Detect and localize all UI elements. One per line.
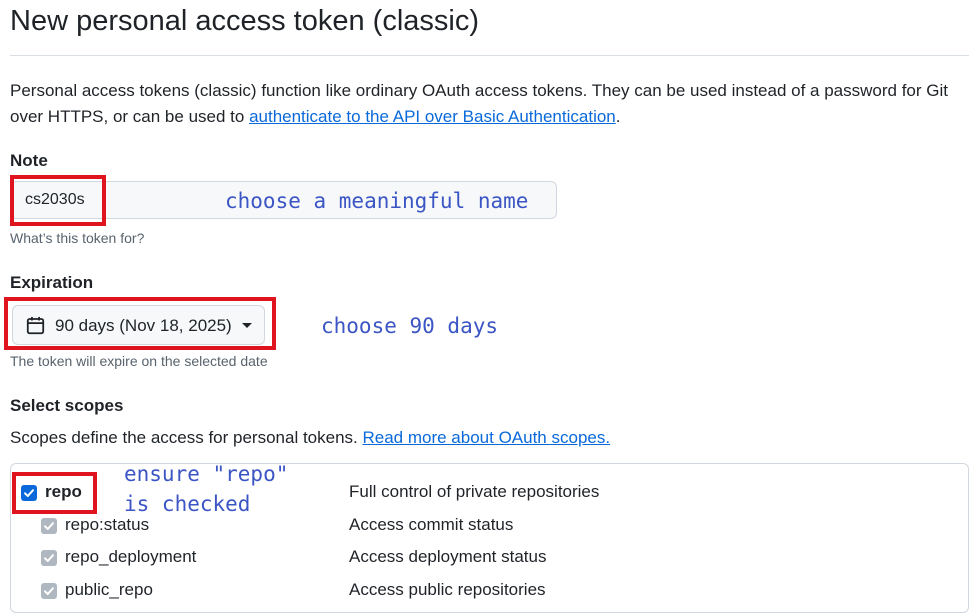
note-label: Note xyxy=(10,151,48,170)
check-icon xyxy=(44,587,54,595)
intro-paragraph: Personal access tokens (classic) functio… xyxy=(10,78,970,130)
note-highlight-box xyxy=(10,175,106,226)
title-divider xyxy=(10,55,969,56)
expiration-hint: The token will expire on the selected da… xyxy=(10,353,268,369)
scope-desc-repo-deployment: Access deployment status xyxy=(349,547,547,566)
scope-name-public-repo: public_repo xyxy=(65,580,153,599)
oauth-scopes-link[interactable]: Read more about OAuth scopes. xyxy=(362,428,610,447)
expiration-highlight-box xyxy=(4,297,276,350)
scopes-description-text: Scopes define the access for personal to… xyxy=(10,428,363,447)
scopes-label: Select scopes xyxy=(10,396,124,415)
expiration-annotation: choose 90 days xyxy=(321,314,499,338)
scopes-description: Scopes define the access for personal to… xyxy=(10,428,610,448)
note-hint: What’s this token for? xyxy=(10,230,145,246)
repo-status-checkbox xyxy=(41,518,57,534)
note-annotation: choose a meaningful name xyxy=(225,189,529,213)
scope-desc-public-repo: Access public repositories xyxy=(349,580,546,599)
public-repo-checkbox xyxy=(41,583,57,599)
scope-desc-repo: Full control of private repositories xyxy=(349,482,600,501)
expiration-label: Expiration xyxy=(10,273,94,292)
check-icon xyxy=(44,522,54,530)
basic-auth-link[interactable]: authenticate to the API over Basic Authe… xyxy=(249,107,616,126)
scopes-annotation: ensure "repo" is checked xyxy=(124,462,289,516)
intro-text-end: . xyxy=(615,107,621,126)
repo-deployment-checkbox xyxy=(41,550,57,566)
scope-name-repo-status: repo:status xyxy=(65,515,150,534)
page-title: New personal access token (classic) xyxy=(10,5,480,37)
check-icon xyxy=(44,554,54,562)
scope-desc-repo-status: Access commit status xyxy=(349,515,514,534)
scope-name-repo-deployment: repo_deployment xyxy=(65,547,197,566)
repo-highlight-box xyxy=(12,472,97,514)
